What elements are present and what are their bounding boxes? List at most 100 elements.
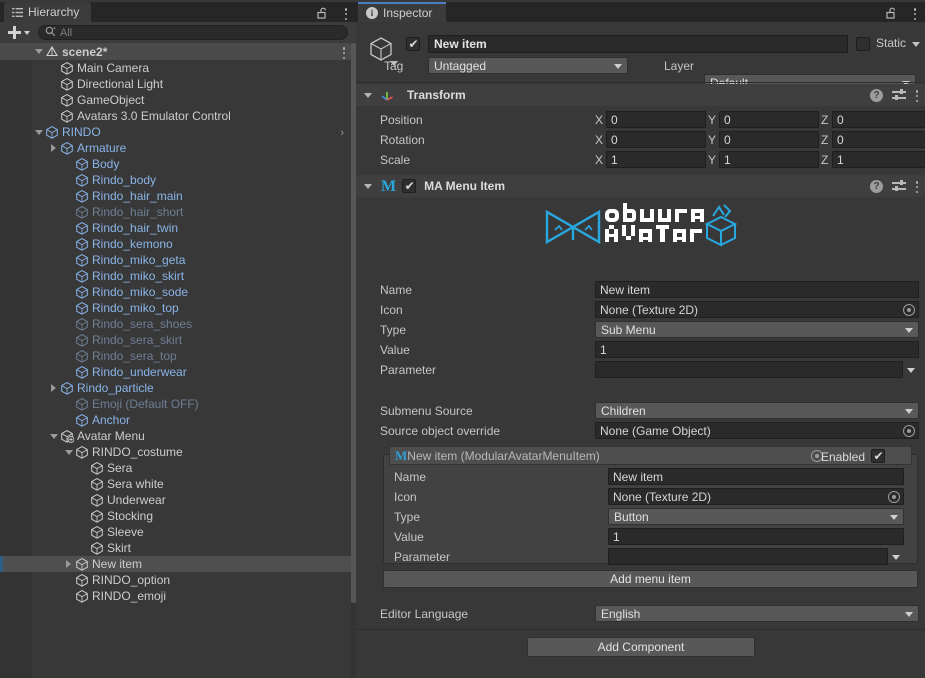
ma-parameter-input[interactable] bbox=[595, 361, 903, 378]
nested-name-input[interactable]: New item bbox=[608, 468, 904, 485]
transform-position-y-input[interactable]: 0 bbox=[719, 111, 819, 128]
gameobject-enabled-checkbox[interactable] bbox=[406, 37, 420, 51]
source-object-override-field[interactable]: None (Game Object) bbox=[595, 422, 919, 439]
nested-enabled-checkbox[interactable] bbox=[871, 449, 885, 463]
add-gameobject-button[interactable] bbox=[2, 23, 36, 42]
hierarchy-item-rindo-sera-top[interactable]: Rindo_sera_top bbox=[0, 348, 356, 364]
hierarchy-item-rindo-option[interactable]: RINDO_option bbox=[0, 572, 356, 588]
hierarchy-item-body[interactable]: Body bbox=[0, 156, 356, 172]
ma-value-input[interactable]: 1 bbox=[595, 341, 919, 358]
ma-name-input[interactable]: New item bbox=[595, 281, 919, 298]
hierarchy-item-rindo[interactable]: RINDO › bbox=[0, 124, 356, 140]
submenu-source-dropdown[interactable]: Children bbox=[595, 402, 919, 419]
hierarchy-item-underwear[interactable]: Underwear bbox=[0, 492, 356, 508]
transform-component-header[interactable]: Transform ? bbox=[356, 84, 925, 106]
nested-value-input[interactable]: 1 bbox=[608, 528, 904, 545]
hierarchy-item-rindo-miko-geta[interactable]: Rindo_miko_geta bbox=[0, 252, 356, 268]
ma-icon-object-field[interactable]: None (Texture 2D) bbox=[595, 301, 919, 318]
help-icon[interactable]: ? bbox=[870, 179, 883, 193]
add-menu-item-button[interactable]: Add menu item bbox=[383, 570, 918, 588]
transform-rotation-x-input[interactable]: 0 bbox=[606, 131, 706, 148]
search-input[interactable]: All bbox=[38, 25, 348, 40]
transform-position-z-input[interactable]: 0 bbox=[832, 111, 925, 128]
foldout-expanded-icon[interactable] bbox=[47, 428, 60, 444]
nested-type-dropdown[interactable]: Button bbox=[608, 508, 904, 525]
transform-scale-z-input[interactable]: 1 bbox=[832, 151, 925, 168]
gameobject-name-input[interactable]: New item bbox=[428, 35, 848, 53]
hierarchy-item-rindo-miko-skirt[interactable]: Rindo_miko_skirt bbox=[0, 268, 356, 284]
hierarchy-item-rindo-sera-shoes[interactable]: Rindo_sera_shoes bbox=[0, 316, 356, 332]
prefab-open-chevron-icon[interactable]: › bbox=[340, 127, 344, 139]
hierarchy-item-rindo-underwear[interactable]: Rindo_underwear bbox=[0, 364, 356, 380]
foldout-collapsed-icon[interactable] bbox=[47, 380, 60, 396]
kebab-menu-icon[interactable] bbox=[915, 88, 919, 103]
foldout-expanded-icon[interactable] bbox=[62, 444, 75, 460]
hierarchy-item-armature[interactable]: Armature bbox=[0, 140, 356, 156]
foldout-expanded-icon[interactable] bbox=[32, 124, 45, 140]
hierarchy-item-rindo-miko-sode[interactable]: Rindo_miko_sode bbox=[0, 284, 356, 300]
editor-language-dropdown[interactable]: English bbox=[595, 605, 919, 622]
hierarchy-item-sera[interactable]: Sera bbox=[0, 460, 356, 476]
hierarchy-item-rindo-particle[interactable]: Rindo_particle bbox=[0, 380, 356, 396]
inspector-kebab-menu-icon[interactable] bbox=[913, 6, 917, 21]
hierarchy-item-avatars-3-0-emulator-control[interactable]: Avatars 3.0 Emulator Control bbox=[0, 108, 356, 124]
kebab-menu-icon[interactable] bbox=[344, 6, 348, 21]
ma-menu-item-header[interactable]: M MA Menu Item ? bbox=[356, 175, 925, 197]
chevron-down-icon[interactable] bbox=[892, 555, 900, 560]
transform-position-x-input[interactable]: 0 bbox=[606, 111, 706, 128]
nested-parameter-input[interactable] bbox=[608, 548, 888, 565]
lock-open-icon[interactable] bbox=[316, 7, 328, 19]
hierarchy-item-anchor[interactable]: Anchor bbox=[0, 412, 356, 428]
tag-dropdown[interactable]: Untagged bbox=[428, 57, 628, 74]
help-icon[interactable]: ? bbox=[870, 88, 883, 102]
hierarchy-item-rindo-costume[interactable]: RINDO_costume bbox=[0, 444, 356, 460]
transform-rotation-z-input[interactable]: 0 bbox=[832, 131, 925, 148]
transform-scale-y-input[interactable]: 1 bbox=[719, 151, 819, 168]
inspector-lock-open-icon[interactable] bbox=[885, 7, 897, 19]
transform-scale-x-input[interactable]: 1 bbox=[606, 151, 706, 168]
hierarchy-item-rindo-hair-main[interactable]: Rindo_hair_main bbox=[0, 188, 356, 204]
object-picker-icon[interactable] bbox=[888, 490, 900, 503]
preset-sliders-icon[interactable] bbox=[892, 180, 906, 192]
preset-sliders-icon[interactable] bbox=[892, 89, 906, 101]
object-picker-icon[interactable] bbox=[903, 424, 915, 437]
hierarchy-item-avatar-menu[interactable]: Avatar Menu bbox=[0, 428, 356, 444]
nested-menu-item-header[interactable]: M New item (ModularAvatarMenuItem) Enabl… bbox=[389, 446, 912, 465]
hierarchy-item-main-camera[interactable]: Main Camera bbox=[0, 60, 356, 76]
scene-twisty[interactable] bbox=[32, 44, 45, 60]
foldout-expanded-icon[interactable] bbox=[364, 183, 372, 189]
hierarchy-item-stocking[interactable]: Stocking bbox=[0, 508, 356, 524]
hierarchy-item-rindo-sera-skirt[interactable]: Rindo_sera_skirt bbox=[0, 332, 356, 348]
hierarchy-item-sleeve[interactable]: Sleeve bbox=[0, 524, 356, 540]
hierarchy-item-skirt[interactable]: Skirt bbox=[0, 540, 356, 556]
static-dropdown-chevron-icon[interactable] bbox=[912, 42, 920, 47]
hierarchy-tree[interactable]: scene2* Main Camera Directional Light Game… bbox=[0, 43, 356, 678]
tab-hierarchy[interactable]: Hierarchy bbox=[4, 2, 92, 22]
scene-row[interactable]: scene2* bbox=[0, 43, 356, 60]
hierarchy-item-emoji-default-off[interactable]: Emoji (Default OFF) bbox=[0, 396, 356, 412]
ma-menu-item-enabled-checkbox[interactable] bbox=[402, 179, 417, 193]
foldout-expanded-icon[interactable] bbox=[364, 92, 372, 98]
hierarchy-item-rindo-kemono[interactable]: Rindo_kemono bbox=[0, 236, 356, 252]
scene-kebab-menu-icon[interactable] bbox=[342, 45, 346, 60]
hierarchy-item-rindo-emoji[interactable]: RINDO_emoji bbox=[0, 588, 356, 604]
ma-type-dropdown[interactable]: Sub Menu bbox=[595, 321, 919, 338]
transform-rotation-y-input[interactable]: 0 bbox=[719, 131, 819, 148]
hierarchy-item-rindo-hair-short[interactable]: Rindo_hair_short bbox=[0, 204, 356, 220]
hierarchy-item-new-item[interactable]: New item bbox=[0, 556, 356, 572]
hierarchy-item-rindo-hair-twin[interactable]: Rindo_hair_twin bbox=[0, 220, 356, 236]
tab-inspector[interactable]: i Inspector bbox=[358, 2, 447, 22]
hierarchy-item-rindo-miko-top[interactable]: Rindo_miko_top bbox=[0, 300, 356, 316]
static-checkbox[interactable] bbox=[856, 37, 870, 51]
hierarchy-item-sera-white[interactable]: Sera white bbox=[0, 476, 356, 492]
object-picker-icon[interactable] bbox=[903, 303, 915, 316]
hierarchy-item-rindo-body[interactable]: Rindo_body bbox=[0, 172, 356, 188]
add-component-button[interactable]: Add Component bbox=[527, 637, 755, 657]
foldout-collapsed-icon[interactable] bbox=[47, 140, 60, 156]
foldout-collapsed-icon[interactable] bbox=[62, 556, 75, 572]
hierarchy-item-gameobject[interactable]: GameObject bbox=[0, 92, 356, 108]
chevron-down-icon[interactable] bbox=[907, 368, 915, 373]
nested-icon-object-field[interactable]: None (Texture 2D) bbox=[608, 488, 904, 505]
kebab-menu-icon[interactable] bbox=[915, 179, 919, 194]
hierarchy-item-directional-light[interactable]: Directional Light bbox=[0, 76, 356, 92]
